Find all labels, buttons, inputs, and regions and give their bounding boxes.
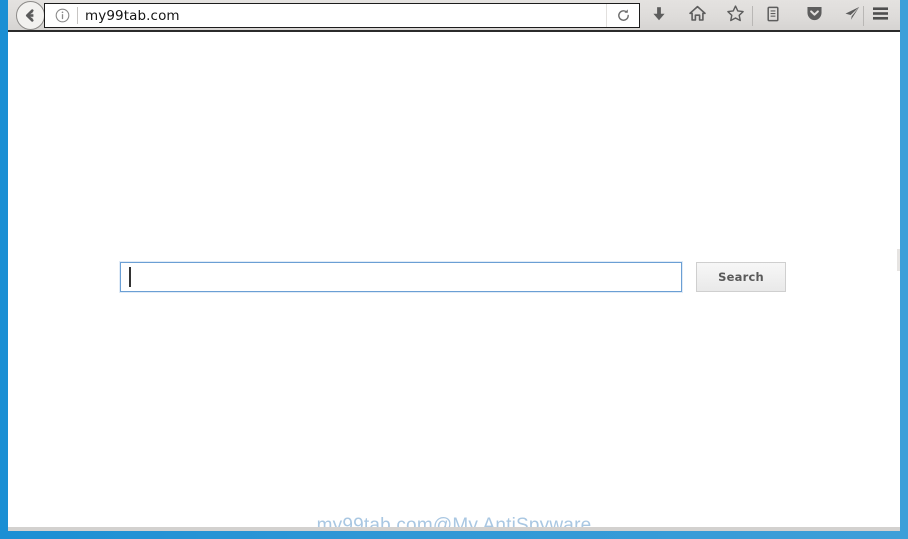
url-separator <box>77 7 78 24</box>
text-caret <box>129 267 131 287</box>
bookmark-button[interactable] <box>720 3 750 29</box>
send-icon <box>843 4 862 28</box>
url-text: my99tab.com <box>85 7 180 24</box>
browser-window: my99tab.com Search my99tab.com@My AntiSp… <box>8 0 900 531</box>
search-form: Search <box>120 262 786 292</box>
menu-icon <box>871 5 890 27</box>
download-button[interactable] <box>644 3 674 29</box>
menu-button[interactable] <box>865 3 895 29</box>
info-icon[interactable] <box>50 8 74 23</box>
url-bar[interactable]: my99tab.com <box>44 3 640 28</box>
pocket-button[interactable] <box>799 3 829 29</box>
scrollbar-thumb[interactable] <box>897 249 900 271</box>
scrollbar-track[interactable] <box>897 34 900 531</box>
toolbar-separator-2 <box>863 6 864 26</box>
star-icon <box>726 4 745 28</box>
search-button[interactable]: Search <box>696 262 786 292</box>
home-button[interactable] <box>682 3 712 29</box>
screenshot-frame: my99tab.com Search my99tab.com@My AntiSp… <box>0 0 908 539</box>
back-button[interactable] <box>16 1 45 30</box>
library-icon <box>764 5 782 28</box>
bottom-strip <box>8 527 900 531</box>
download-icon <box>650 5 668 28</box>
search-input[interactable] <box>120 262 682 292</box>
back-arrow-icon <box>22 7 39 24</box>
library-button[interactable] <box>758 3 788 29</box>
toolbar-separator <box>752 6 753 26</box>
browser-toolbar: my99tab.com <box>8 0 900 32</box>
pocket-icon <box>805 4 824 28</box>
reload-icon[interactable] <box>606 4 639 27</box>
home-icon <box>688 4 707 28</box>
page-content: Search my99tab.com@My AntiSpyware <box>8 34 900 531</box>
